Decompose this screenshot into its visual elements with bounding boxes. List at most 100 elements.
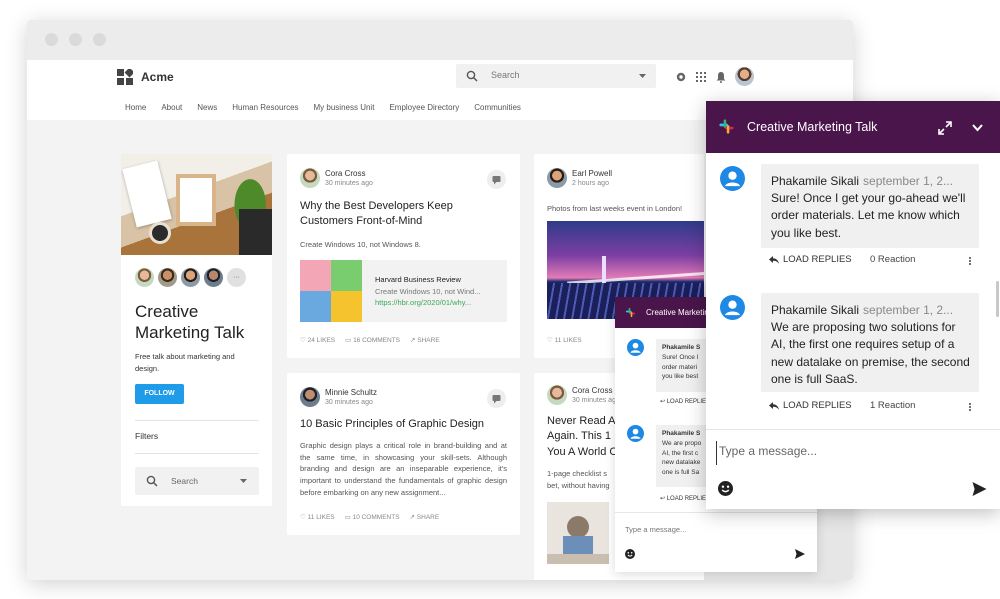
emoji-icon[interactable] xyxy=(625,549,635,559)
global-search[interactable]: Search xyxy=(456,64,656,88)
mini-load-replies-label: LOAD REPLIES xyxy=(666,399,711,405)
divider xyxy=(135,453,259,454)
member-avatar[interactable] xyxy=(158,268,177,287)
window-control-dot[interactable] xyxy=(69,33,82,46)
mini-message-line: AI, the first c xyxy=(662,449,699,457)
send-icon[interactable] xyxy=(795,549,805,559)
member-avatar[interactable] xyxy=(204,268,223,287)
message-line: new datalake on premise, the second xyxy=(771,354,970,369)
mini-message-input[interactable]: Type a message... xyxy=(625,525,686,534)
mini-message-line: We are propo xyxy=(662,439,702,447)
brand[interactable]: Acme xyxy=(117,69,174,85)
chat-header[interactable]: Creative Marketing Talk xyxy=(706,101,1000,153)
post-title[interactable]: Why the Best Developers Keep Customers F… xyxy=(300,199,505,230)
post-actions: ♡ 11 LIKES xyxy=(547,336,582,344)
comments-button[interactable]: ▭ 16 COMMENTS xyxy=(345,336,400,344)
mini-message-line: order materi xyxy=(662,363,698,371)
search-placeholder: Search xyxy=(491,70,520,80)
comment-icon[interactable] xyxy=(487,170,506,189)
post-time: 2 hours ago xyxy=(572,180,609,187)
window-control-dot[interactable] xyxy=(93,33,106,46)
author-avatar[interactable] xyxy=(300,168,320,188)
author-name[interactable]: Minnie Schultz xyxy=(325,388,377,397)
nav-employee-directory[interactable]: Employee Directory xyxy=(389,103,459,112)
nav-my-business-unit[interactable]: My business Unit xyxy=(314,103,375,112)
message-author[interactable]: Phakamile Sikali xyxy=(771,174,859,188)
slack-logo-icon xyxy=(625,307,636,318)
message-text: We are proposing two solutions for AI, t… xyxy=(771,319,970,389)
header-icons xyxy=(675,67,754,86)
apps-icon[interactable] xyxy=(695,71,707,83)
nav-communities[interactable]: Communities xyxy=(474,103,521,112)
load-replies-button[interactable]: LOAD REPLIES xyxy=(769,254,852,265)
mini-message-name: Phakamile S xyxy=(662,430,701,437)
link-preview[interactable]: Harvard Business Review Create Windows 1… xyxy=(300,260,507,322)
post-thumbnail[interactable] xyxy=(547,502,609,564)
more-members-button[interactable]: ··· xyxy=(227,268,246,287)
reaction-count[interactable]: 0 Reaction xyxy=(870,254,915,265)
share-label: SHARE xyxy=(416,514,440,521)
like-button[interactable]: ♡ 24 LIKES xyxy=(300,336,335,344)
link-url[interactable]: https://hbr.org/2020/01/why... xyxy=(375,298,471,307)
slack-logo-icon xyxy=(719,119,734,134)
comments-button[interactable]: ▭ 10 COMMENTS xyxy=(345,513,400,521)
member-avatars: ··· xyxy=(135,268,246,287)
chevron-down-icon[interactable] xyxy=(639,74,646,78)
author-name[interactable]: Cora Cross xyxy=(325,169,365,178)
like-button[interactable]: ♡ 11 LIKES xyxy=(300,513,335,521)
filter-search[interactable]: Search xyxy=(135,467,259,495)
group-card: ··· Creative Marketing Talk Free talk ab… xyxy=(121,154,272,506)
mini-load-replies[interactable]: ↩ LOAD REPLIES xyxy=(660,495,710,502)
post-body: Photos from last weeks event in London! xyxy=(547,204,683,213)
message-input[interactable]: Type a message... xyxy=(716,441,990,465)
group-title: Creative Marketing Talk xyxy=(135,302,245,343)
post-title[interactable]: Never Read A Again. This 1 You A World C xyxy=(547,414,617,460)
nav-home[interactable]: Home xyxy=(125,103,146,112)
author-name[interactable]: Earl Powell xyxy=(572,169,612,178)
scrollbar-thumb[interactable] xyxy=(996,281,999,317)
chevron-down-icon[interactable] xyxy=(240,479,247,483)
post-card: Minnie Schultz 30 minutes ago 10 Basic P… xyxy=(287,373,520,535)
chevron-down-icon[interactable] xyxy=(972,124,983,132)
author-avatar[interactable] xyxy=(547,168,567,188)
comment-icon[interactable] xyxy=(487,389,506,408)
follow-button[interactable]: FOLLOW xyxy=(135,384,184,404)
gear-icon[interactable] xyxy=(675,71,687,83)
window-control-dot[interactable] xyxy=(45,33,58,46)
nav-news[interactable]: News xyxy=(197,103,217,112)
message-author[interactable]: Phakamile Sikali xyxy=(771,303,859,317)
emoji-icon[interactable] xyxy=(718,481,733,496)
share-button[interactable]: ↗ SHARE xyxy=(410,513,440,521)
expand-icon[interactable] xyxy=(938,121,952,135)
share-button[interactable]: ↗ SHARE xyxy=(410,336,440,344)
user-avatar[interactable] xyxy=(735,67,754,86)
app-grid-logo-icon xyxy=(117,69,133,85)
load-replies-button[interactable]: LOAD REPLIES xyxy=(769,400,852,411)
send-icon[interactable] xyxy=(972,482,987,496)
message-text: Sure! Once I get your go-ahead we'll ord… xyxy=(771,190,969,242)
mini-message-line: new datalake xyxy=(662,459,701,467)
author-avatar[interactable] xyxy=(300,387,320,407)
reply-icon xyxy=(769,255,779,264)
post-body-line: bet, without having xyxy=(547,480,610,490)
like-button[interactable]: ♡ 11 LIKES xyxy=(547,336,582,344)
message-date: september 1, 2... xyxy=(863,303,954,317)
nav-human-resources[interactable]: Human Resources xyxy=(232,103,298,112)
chat-title: Creative Marketing Talk xyxy=(747,120,878,134)
member-avatar[interactable] xyxy=(135,268,154,287)
post-title[interactable]: 10 Basic Principles of Graphic Design xyxy=(300,417,510,432)
more-options-icon[interactable] xyxy=(968,256,971,266)
mini-load-replies[interactable]: ↩ LOAD REPLIES xyxy=(660,398,710,405)
member-avatar[interactable] xyxy=(181,268,200,287)
post-title-line: You A World C xyxy=(547,445,618,458)
bell-icon[interactable] xyxy=(715,71,727,83)
nav-about[interactable]: About xyxy=(161,103,182,112)
post-body: Create Windows 10, not Windows 8. xyxy=(300,240,421,249)
divider xyxy=(706,429,1000,430)
author-name[interactable]: Cora Cross xyxy=(572,386,612,395)
reaction-count[interactable]: 1 Reaction xyxy=(870,400,915,411)
comments-count: 10 COMMENTS xyxy=(352,514,400,521)
author-avatar[interactable] xyxy=(547,385,567,405)
user-icon xyxy=(627,339,644,356)
more-options-icon[interactable] xyxy=(968,402,971,412)
